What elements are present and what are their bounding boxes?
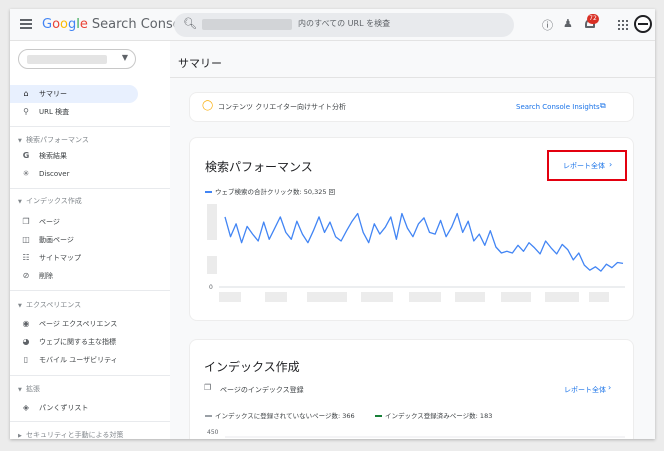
top-app-bar: Google Search Console 🔍︎ 内のすべての URL を検査 ⓘ… (10, 9, 655, 41)
divider (10, 126, 170, 127)
indexing-card: インデックス作成 ❐ ページのインデックス登録 レポート全体 › インデックスに… (189, 339, 634, 439)
x-tick-label-redacted (455, 292, 485, 302)
x-tick-label-redacted (265, 292, 287, 302)
divider (10, 421, 170, 422)
users-settings-icon[interactable]: ♟ (563, 17, 573, 30)
x-tick-label-redacted (307, 292, 347, 302)
search-console-insights-link[interactable]: Search Console Insights (516, 103, 600, 111)
caret-down-icon: ▼ (18, 199, 22, 205)
legend-swatch (205, 191, 212, 193)
performance-title: 検索パフォーマンス (205, 160, 313, 174)
x-axis-ticks (219, 292, 609, 302)
notification-badge: 72 (587, 14, 599, 24)
url-inspect-search-input[interactable]: 🔍︎ 内のすべての URL を検査 (174, 13, 514, 37)
caret-down-icon: ▼ (18, 387, 22, 393)
clicks-legend: ウェブ検索の合計クリック数: 50,325 回 (205, 186, 335, 196)
sidebar-item-removals[interactable]: ⊘ 削除 (10, 267, 138, 285)
home-icon: ⌂ (23, 89, 29, 98)
section-experience[interactable]: ▼ エクスペリエンス (18, 300, 81, 310)
search-console-logo[interactable]: Google Search Console (42, 17, 192, 32)
caret-right-icon: ▶ (18, 433, 22, 439)
property-selector[interactable]: ▼ (18, 49, 136, 69)
sidebar-item-search-results[interactable]: G 検索結果 (10, 147, 138, 165)
y-axis-label-redacted (207, 256, 217, 274)
chevron-right-icon[interactable]: › (608, 383, 611, 392)
sidebar-item-breadcrumbs[interactable]: ◈ パンくずリスト (10, 399, 138, 417)
indexing-subtitle: ページのインデックス登録 (220, 386, 304, 394)
sitemap-icon: ☷ (22, 253, 30, 262)
legend-swatch (375, 415, 382, 417)
y-axis-top-label: 450 (207, 429, 219, 436)
menu-icon[interactable] (20, 19, 32, 29)
indexing-title: インデックス作成 (204, 360, 300, 374)
section-security[interactable]: ▶ セキュリティと手動による対策 (18, 430, 123, 439)
pages-icon: ❐ (22, 217, 30, 226)
clicks-line-chart: 0 (207, 204, 625, 302)
google-g-icon: G (22, 151, 30, 160)
sidebar-item-pages[interactable]: ❐ ページ (10, 213, 138, 231)
section-search-performance[interactable]: ▼ 検索パフォーマンス (18, 135, 89, 145)
sidebar-item-mobile-usability[interactable]: ▯ モバイル ユーザビリティ (10, 351, 138, 369)
x-tick-label-redacted (545, 292, 579, 302)
sidebar-item-page-experience[interactable]: ◉ ページ エクスペリエンス (10, 315, 138, 333)
property-name-redacted (202, 19, 292, 30)
discover-asterisk-icon: ✳ (22, 169, 30, 178)
y-axis-zero-label: 0 (209, 284, 213, 291)
smartphone-icon: ▯ (23, 355, 29, 364)
lightbulb-icon: ◯ (202, 100, 214, 111)
caret-down-icon: ▼ (18, 138, 22, 144)
indexing-chart: 450 (207, 429, 625, 438)
layers-icon: ◈ (22, 403, 30, 412)
divider (10, 375, 170, 376)
x-tick-label-redacted (409, 292, 441, 302)
removal-icon: ⊘ (22, 271, 30, 280)
x-tick-label-redacted (219, 292, 241, 302)
performance-full-report-button[interactable]: レポート全体 › (547, 150, 627, 181)
x-tick-label-redacted (589, 292, 609, 302)
section-enhancements[interactable]: ▼ 拡張 (18, 384, 40, 394)
page-experience-icon: ◉ (22, 319, 30, 328)
page-title: サマリー (178, 57, 222, 70)
help-icon[interactable]: ⓘ (542, 17, 553, 33)
insights-text: コンテンツ クリエイター向けサイト分析 (218, 103, 346, 111)
gauge-icon: ◕ (22, 337, 30, 346)
sidebar-item-discover[interactable]: ✳ Discover (10, 165, 138, 183)
account-avatar[interactable] (634, 15, 652, 33)
section-indexing[interactable]: ▼ インデックス作成 (18, 196, 82, 206)
not-indexed-legend: インデックスに登録されていないページ数: 366 (205, 410, 355, 420)
divider (10, 188, 170, 189)
search-icon: 🔍︎ (183, 17, 197, 30)
sidebar-item-sitemaps[interactable]: ☷ サイトマップ (10, 249, 138, 267)
sidebar: ▼ ⌂ サマリー ⚲ URL 検査 ▼ 検索パフォーマンス G 検索結果 ✳ Di… (10, 41, 170, 439)
pages-icon: ❐ (204, 383, 212, 392)
search-placeholder: 内のすべての URL を検査 (298, 19, 391, 28)
insights-card: ◯ コンテンツ クリエイター向けサイト分析 Search Console Ins… (189, 92, 634, 122)
notifications-bell-icon[interactable]: 72 (584, 14, 599, 31)
indexed-legend: インデックス登録済みページ数: 183 (375, 410, 492, 420)
divider (170, 77, 655, 78)
open-in-new-icon[interactable]: ⧉ (600, 101, 606, 111)
apps-grid-icon[interactable] (618, 20, 628, 30)
performance-card: 検索パフォーマンス レポート全体 › ウェブ検索の合計クリック数: 50,325… (189, 137, 634, 321)
property-name-redacted (27, 55, 107, 64)
x-tick-label-redacted (501, 292, 531, 302)
series-group (224, 212, 624, 272)
video-page-icon: ◫ (22, 235, 30, 244)
browser-frame: Google Search Console 🔍︎ 内のすべての URL を検査 ⓘ… (10, 9, 655, 439)
sidebar-item-summary[interactable]: ⌂ サマリー (10, 85, 138, 103)
chevron-down-icon: ▼ (121, 53, 128, 62)
divider (10, 290, 170, 291)
legend-swatch (205, 415, 212, 417)
indexing-full-report-link[interactable]: レポート全体 (564, 385, 606, 395)
y-axis-label-redacted (207, 204, 217, 240)
sidebar-item-video-pages[interactable]: ◫ 動画ページ (10, 231, 138, 249)
x-tick-label-redacted (361, 292, 393, 302)
caret-down-icon: ▼ (18, 303, 22, 309)
main-content: サマリー ◯ コンテンツ クリエイター向けサイト分析 Search Consol… (170, 41, 655, 439)
sidebar-item-web-vitals[interactable]: ◕ ウェブに関する主な指標 (10, 333, 138, 351)
sidebar-item-url-inspect[interactable]: ⚲ URL 検査 (10, 103, 138, 121)
chevron-right-icon: › (609, 160, 613, 169)
search-icon: ⚲ (23, 107, 29, 116)
series-line-clicks (224, 212, 624, 272)
